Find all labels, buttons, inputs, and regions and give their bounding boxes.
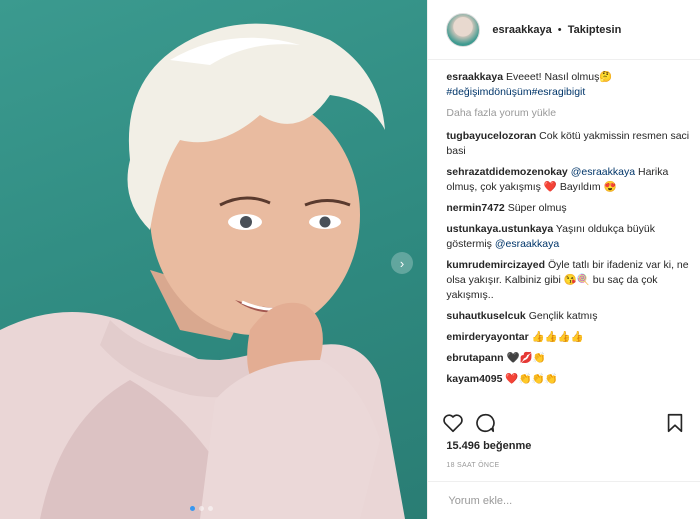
comment-item: ebrutapann 🖤💋👏	[446, 351, 690, 366]
add-comment-bar	[428, 481, 700, 519]
comment-text: ❤️👏👏👏	[505, 373, 558, 385]
comment-username[interactable]: ebrutapann	[446, 352, 503, 364]
caption: esraakkaya Eveeet! Nasıl olmuş🤔 #değişim…	[446, 70, 690, 100]
caption-text: Eveeet! Nasıl olmuş🤔	[505, 71, 613, 83]
comment-mention[interactable]: @esraakkaya	[571, 166, 635, 178]
comment-username[interactable]: tugbayucelozoran	[446, 130, 536, 142]
comment-item: ustunkaya.ustunkaya Yaşını oldukça büyük…	[446, 222, 690, 252]
comment-text: 👍👍👍👍	[531, 331, 584, 343]
comment-username[interactable]: nermin7472	[446, 202, 504, 214]
caption-hashtags[interactable]: #değişimdönüşüm#esragibigit	[446, 86, 585, 98]
comments-list: esraakkaya Eveeet! Nasıl olmuş🤔 #değişim…	[446, 70, 690, 401]
comment-input[interactable]	[446, 493, 681, 508]
comment-username[interactable]: sehrazatdidemozenokay	[446, 166, 567, 178]
heart-icon[interactable]	[442, 412, 464, 434]
caption-username[interactable]: esraakkaya	[446, 71, 503, 83]
comment-text: Gençlik katmış	[528, 310, 598, 322]
instagram-post: › esraakkaya • Takiptesin esraakkaya Eve…	[0, 0, 700, 519]
post-header: esraakkaya • Takiptesin	[428, 0, 700, 60]
author-username[interactable]: esraakkaya	[492, 24, 551, 36]
comment-username[interactable]: emirderyayontar	[446, 331, 528, 343]
bookmark-icon[interactable]	[664, 412, 686, 434]
comment-item: kumrudemircizayed Öyle tatlı bir ifadeni…	[446, 258, 690, 303]
comment-username[interactable]: suhautkuselcuk	[446, 310, 525, 322]
like-count[interactable]: 15.496 beğenme	[446, 440, 531, 452]
comment-username[interactable]: ustunkaya.ustunkaya	[446, 223, 553, 235]
comment-username[interactable]: kumrudemircizayed	[446, 259, 545, 271]
comment-item: suhautkuselcuk Gençlik katmış	[446, 309, 690, 324]
comment-item: sehrazatdidemozenokay @esraakkaya Harika…	[446, 165, 690, 195]
comment-item: tugbayucelozoran Cok kötü yakmissin resm…	[446, 129, 690, 159]
load-more-comments[interactable]: Daha fazla yorum yükle	[446, 106, 690, 121]
post-sidebar: esraakkaya • Takiptesin esraakkaya Eveee…	[427, 0, 700, 519]
separator-bullet: •	[557, 23, 562, 36]
comment-username[interactable]: kayam4095	[446, 373, 502, 385]
action-bar	[442, 408, 686, 438]
comment-item: emirderyayontar 👍👍👍👍	[446, 330, 690, 345]
comment-item: nermin7472 Süper olmuş	[446, 201, 690, 216]
carousel-dot	[208, 506, 213, 511]
carousel-indicator	[190, 506, 213, 511]
carousel-dot	[199, 506, 204, 511]
comment-item: kayam4095 ❤️👏👏👏	[446, 372, 690, 387]
portrait-illustration	[0, 23, 405, 519]
comment-text: Süper olmuş	[507, 202, 567, 214]
follow-status[interactable]: Takiptesin	[568, 24, 622, 36]
post-timestamp: 18 SAAT ÖNCE	[446, 462, 500, 469]
carousel-dot	[190, 506, 195, 511]
comment-mention[interactable]: @esraakkaya	[495, 238, 559, 250]
post-photo[interactable]: ›	[0, 0, 428, 519]
comment-icon[interactable]	[474, 412, 496, 434]
chevron-right-icon[interactable]: ›	[391, 252, 413, 274]
comment-text: 🖤💋👏	[506, 352, 546, 364]
author-avatar[interactable]	[446, 12, 481, 47]
